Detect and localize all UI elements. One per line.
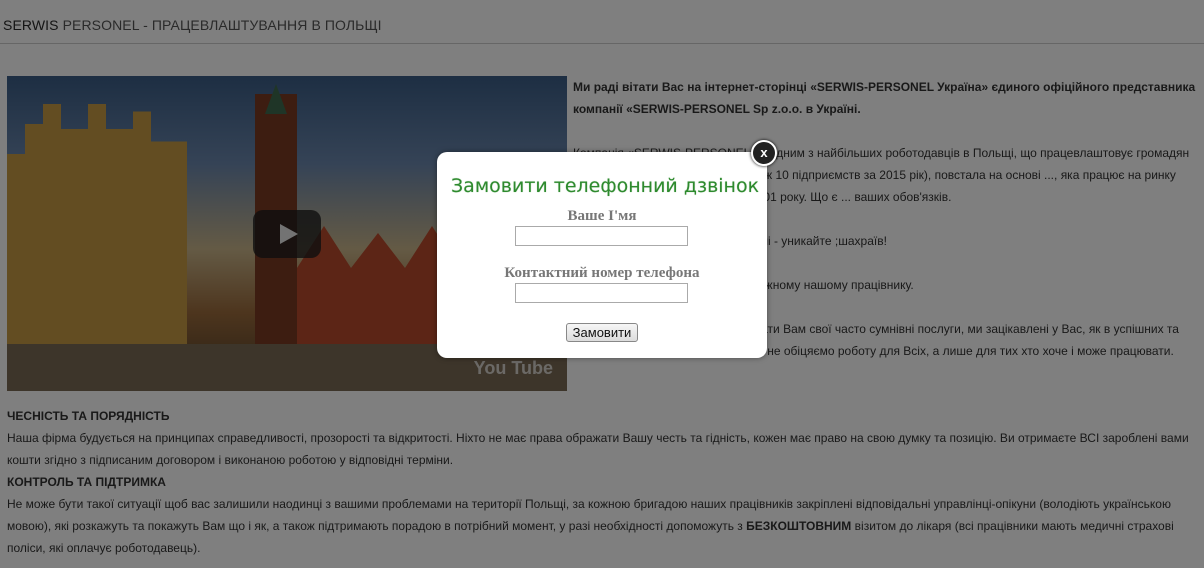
close-icon[interactable]: x [751, 140, 777, 166]
phone-label: Контактний номер телефона [504, 265, 700, 281]
name-label: Ваше І'мя [567, 208, 637, 224]
modal-title: Замовити телефонний дзвінок [451, 175, 760, 197]
order-call-button[interactable]: Замовити [566, 323, 638, 342]
name-input[interactable] [515, 226, 688, 246]
callback-modal: x Замовити телефонний дзвінок Ваше І'мя … [437, 140, 777, 358]
phone-input[interactable] [515, 283, 688, 303]
